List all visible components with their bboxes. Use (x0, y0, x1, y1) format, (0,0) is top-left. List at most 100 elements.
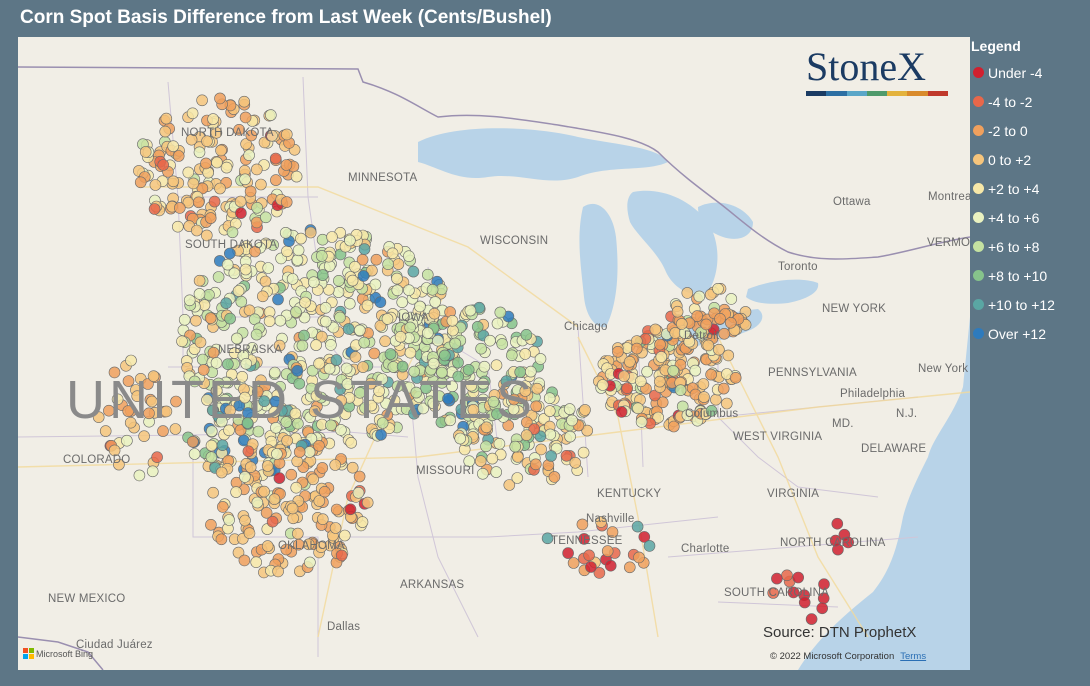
basis-point[interactable] (121, 434, 133, 447)
basis-point[interactable] (260, 211, 272, 224)
basis-point[interactable] (319, 301, 332, 314)
basis-point[interactable] (215, 144, 227, 157)
basis-point[interactable] (379, 335, 391, 348)
basis-point[interactable] (280, 128, 293, 141)
basis-point[interactable] (157, 159, 169, 171)
basis-point[interactable] (792, 571, 805, 584)
basis-point[interactable] (671, 305, 684, 318)
basis-point[interactable] (698, 391, 710, 403)
basis-point[interactable] (635, 416, 648, 428)
basis-point[interactable] (304, 556, 316, 569)
basis-point[interactable] (198, 299, 211, 311)
basis-point[interactable] (190, 314, 202, 327)
legend-item[interactable]: +10 to +12 (971, 290, 1089, 319)
basis-point[interactable] (781, 569, 793, 582)
basis-point[interactable] (569, 456, 582, 469)
basis-point[interactable] (183, 294, 196, 307)
basis-point[interactable] (361, 496, 374, 509)
basis-point[interactable] (332, 275, 345, 287)
basis-point[interactable] (174, 202, 186, 214)
basis-point[interactable] (357, 270, 370, 282)
basis-point[interactable] (234, 195, 247, 208)
basis-point[interactable] (452, 356, 464, 369)
basis-point[interactable] (255, 178, 267, 191)
basis-point[interactable] (139, 146, 152, 158)
basis-point[interactable] (454, 432, 467, 445)
basis-point[interactable] (290, 481, 303, 494)
legend-item[interactable]: +2 to +4 (971, 174, 1089, 203)
basis-point[interactable] (270, 174, 282, 186)
basis-point[interactable] (634, 375, 647, 388)
basis-point[interactable] (214, 182, 226, 195)
basis-point[interactable] (191, 224, 203, 237)
basis-point[interactable] (280, 159, 293, 171)
basis-point[interactable] (520, 429, 533, 442)
basis-point[interactable] (280, 196, 293, 208)
basis-point[interactable] (391, 272, 403, 285)
basis-point[interactable] (543, 405, 556, 417)
basis-point[interactable] (447, 324, 459, 337)
basis-point[interactable] (604, 559, 617, 572)
legend-item[interactable]: -4 to -2 (971, 87, 1089, 116)
basis-point[interactable] (509, 440, 522, 453)
basis-point[interactable] (490, 466, 503, 478)
basis-point[interactable] (426, 284, 439, 296)
basis-point[interactable] (407, 265, 420, 278)
basis-point[interactable] (583, 549, 595, 562)
basis-point[interactable] (548, 471, 561, 483)
basis-point[interactable] (167, 140, 179, 152)
basis-point[interactable] (601, 545, 614, 557)
basis-point[interactable] (374, 296, 387, 309)
basis-point[interactable] (621, 382, 634, 395)
basis-point[interactable] (148, 203, 161, 215)
basis-point[interactable] (172, 220, 184, 233)
basis-point[interactable] (281, 245, 293, 258)
terms-link[interactable]: Terms (900, 651, 926, 662)
basis-point[interactable] (729, 371, 742, 384)
basis-point[interactable] (228, 267, 241, 280)
basis-point[interactable] (332, 286, 345, 298)
basis-point[interactable] (138, 430, 150, 443)
basis-point[interactable] (618, 370, 630, 383)
basis-point[interactable] (329, 522, 342, 534)
basis-point[interactable] (205, 439, 218, 452)
basis-point[interactable] (204, 212, 217, 224)
basis-point[interactable] (261, 540, 274, 552)
basis-point[interactable] (240, 357, 252, 370)
basis-point[interactable] (446, 314, 459, 327)
basis-point[interactable] (310, 339, 322, 351)
basis-point[interactable] (211, 156, 223, 169)
basis-point[interactable] (205, 451, 218, 464)
basis-point[interactable] (361, 299, 374, 312)
basis-point[interactable] (486, 452, 499, 465)
basis-point[interactable] (316, 462, 329, 474)
basis-point[interactable] (491, 317, 504, 330)
basis-point[interactable] (722, 349, 735, 362)
basis-point[interactable] (700, 318, 713, 331)
basis-point[interactable] (193, 274, 206, 287)
basis-point[interactable] (319, 315, 332, 328)
basis-point[interactable] (655, 351, 668, 363)
basis-point[interactable] (220, 297, 232, 310)
basis-point[interactable] (344, 234, 356, 247)
basis-point[interactable] (421, 327, 434, 339)
basis-point[interactable] (244, 461, 257, 474)
basis-point[interactable] (290, 306, 302, 318)
basis-point[interactable] (386, 247, 399, 260)
basis-point[interactable] (329, 459, 342, 471)
basis-point[interactable] (534, 353, 547, 365)
basis-point[interactable] (519, 348, 532, 360)
basis-point[interactable] (384, 348, 397, 360)
basis-point[interactable] (304, 226, 317, 239)
basis-point[interactable] (349, 351, 362, 363)
basis-point[interactable] (325, 339, 337, 351)
basis-point[interactable] (298, 329, 310, 342)
basis-point[interactable] (313, 495, 326, 507)
basis-point[interactable] (368, 347, 381, 360)
basis-point[interactable] (563, 403, 576, 415)
basis-point[interactable] (149, 179, 162, 191)
basis-point[interactable] (243, 527, 256, 540)
basis-point[interactable] (653, 375, 666, 388)
basis-point[interactable] (505, 349, 518, 362)
basis-point[interactable] (623, 561, 636, 574)
